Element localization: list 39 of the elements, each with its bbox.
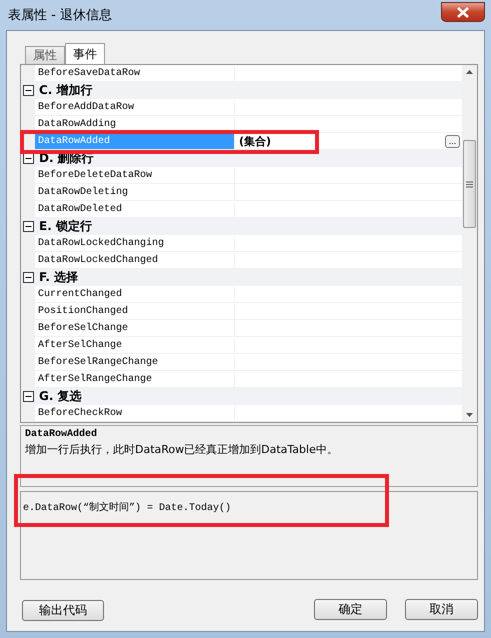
- property-name[interactable]: AfterSelChange: [35, 338, 235, 354]
- category-label: G. 复选: [38, 388, 82, 405]
- export-code-button[interactable]: 输出代码: [22, 600, 104, 621]
- property-name[interactable]: BeforeAddDataRow: [35, 100, 235, 116]
- collapse-icon[interactable]: [22, 85, 34, 96]
- collapse-icon[interactable]: [22, 391, 34, 402]
- close-icon: [456, 6, 470, 18]
- property-name[interactable]: BeforeCheckRow: [35, 406, 235, 422]
- property-name[interactable]: PositionChanged: [35, 304, 235, 320]
- property-name[interactable]: DataRowAdding: [35, 116, 235, 132]
- property-name[interactable]: BeforeSelRangeChange: [35, 354, 235, 370]
- scroll-down-icon[interactable]: [466, 413, 473, 417]
- close-button[interactable]: [441, 2, 485, 22]
- property-value[interactable]: (集合): [235, 134, 272, 148]
- collapse-icon[interactable]: [22, 153, 34, 164]
- category-label: C. 增加行: [38, 82, 93, 99]
- category-label: F. 选择: [38, 269, 78, 286]
- collapse-icon[interactable]: [22, 221, 34, 232]
- property-name[interactable]: BeforeSelChange: [35, 320, 235, 336]
- window-title: 表属性 - 退休信息: [7, 7, 112, 24]
- code-line: e.DataRow(“制文时间”) = Date.Today(): [23, 503, 232, 514]
- collapse-icon[interactable]: [22, 272, 34, 283]
- description-text: 增加一行后执行，此时DataRow已经真正增加到DataTable中。: [25, 442, 339, 457]
- dialog-button[interactable]: 取消: [405, 599, 478, 620]
- tab[interactable]: 事件: [65, 43, 105, 64]
- grip-icon: [466, 180, 473, 188]
- description-title: DataRowAdded: [25, 429, 98, 440]
- scroll-up-icon[interactable]: [466, 70, 473, 74]
- ellipsis-button[interactable]: ...: [445, 134, 460, 148]
- property-name[interactable]: BeforeDeleteDataRow: [35, 168, 235, 184]
- tab[interactable]: 属性: [25, 46, 65, 64]
- scrollbar-thumb[interactable]: [463, 140, 476, 228]
- property-name[interactable]: DataRowLockedChanging: [35, 236, 235, 252]
- property-name[interactable]: DataRowDeleting: [35, 184, 235, 200]
- code-editor[interactable]: e.DataRow(“制文时间”) = Date.Today(): [20, 491, 478, 580]
- category-label: E. 锁定行: [38, 218, 92, 235]
- dialog-button[interactable]: 确定: [314, 599, 387, 620]
- property-name[interactable]: CurrentChanged: [35, 286, 235, 302]
- vertical-scrollbar[interactable]: [462, 65, 477, 422]
